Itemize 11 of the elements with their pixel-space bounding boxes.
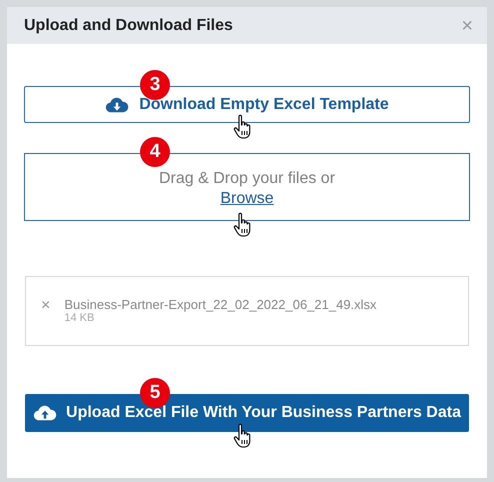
hand-cursor-icon [233, 212, 253, 238]
browse-link[interactable]: Browse [220, 190, 274, 208]
cloud-upload-icon [33, 404, 58, 422]
cloud-download-icon [105, 96, 130, 114]
dialog-title: Upload and Download Files [24, 16, 233, 34]
file-size: 14 KB [64, 312, 96, 324]
hand-cursor-icon [233, 423, 253, 449]
file-name: Business-Partner-Export_22_02_2022_06_21_49.xlsx [64, 297, 377, 312]
step-number-badge: 4 [140, 137, 170, 167]
hand-cursor-icon [233, 114, 253, 140]
drop-zone-text: Drag & Drop your files or [158, 170, 336, 188]
